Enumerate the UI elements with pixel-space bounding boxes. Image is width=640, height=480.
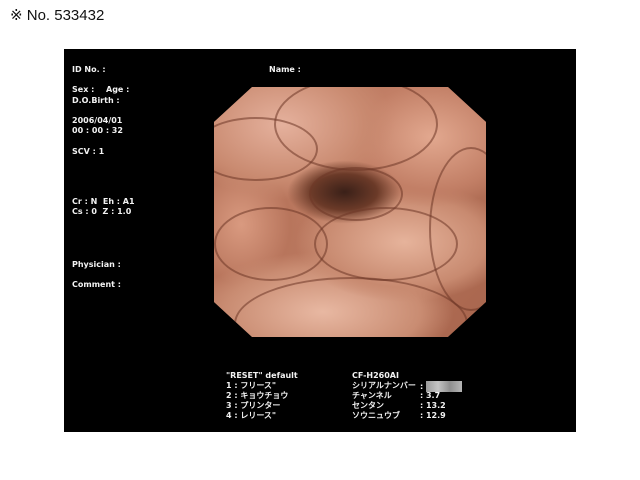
- mucosal-fold: [274, 87, 438, 171]
- menu-item-freeze: 1 : フリース": [226, 381, 277, 390]
- mucosal-fold: [214, 207, 328, 281]
- color-enhance-line: Cr : N Eh : A1: [72, 197, 135, 206]
- endoscope-monitor: ID No. : Name : Sex : Age : D.O.Birth : …: [64, 49, 576, 432]
- menu-item-printer: 3 : プリンター: [226, 401, 281, 410]
- sex-label: Sex :: [72, 85, 95, 94]
- endoscopic-image: [214, 87, 486, 337]
- menu-header: "RESET" default: [226, 371, 298, 380]
- mucosal-fold: [234, 277, 468, 337]
- reference-number: ※ No. 533432: [10, 7, 105, 24]
- distal-end-value: : 13.2: [420, 401, 446, 410]
- distal-end-label: センタン: [352, 401, 384, 410]
- name-label: Name :: [269, 65, 301, 74]
- insertion-tube-label: ソウニュウブ: [352, 411, 400, 420]
- menu-item-enhance: 2 : キョウチョウ: [226, 391, 289, 400]
- exam-time: 00 : 00 : 32: [72, 126, 123, 135]
- exam-date: 2006/04/01: [72, 116, 123, 125]
- age-label: Age :: [106, 85, 130, 94]
- comment-label: Comment :: [72, 280, 121, 289]
- contrast-zoom-line: Cs : 0 Z : 1.0: [72, 207, 132, 216]
- serial-number-label: シリアルナンバー: [352, 381, 416, 390]
- mucosal-fold: [429, 147, 486, 311]
- channel-value: : 3.7: [420, 391, 441, 400]
- id-label: ID No. :: [72, 65, 106, 74]
- insertion-tube-value: : 12.9: [420, 411, 446, 420]
- dob-label: D.O.Birth :: [72, 96, 120, 105]
- physician-label: Physician :: [72, 260, 121, 269]
- scv-counter: SCV : 1: [72, 147, 105, 156]
- menu-item-release: 4 : レリース": [226, 411, 277, 420]
- channel-label: チャンネル: [352, 391, 392, 400]
- scope-model: CF-H260AI: [352, 371, 399, 380]
